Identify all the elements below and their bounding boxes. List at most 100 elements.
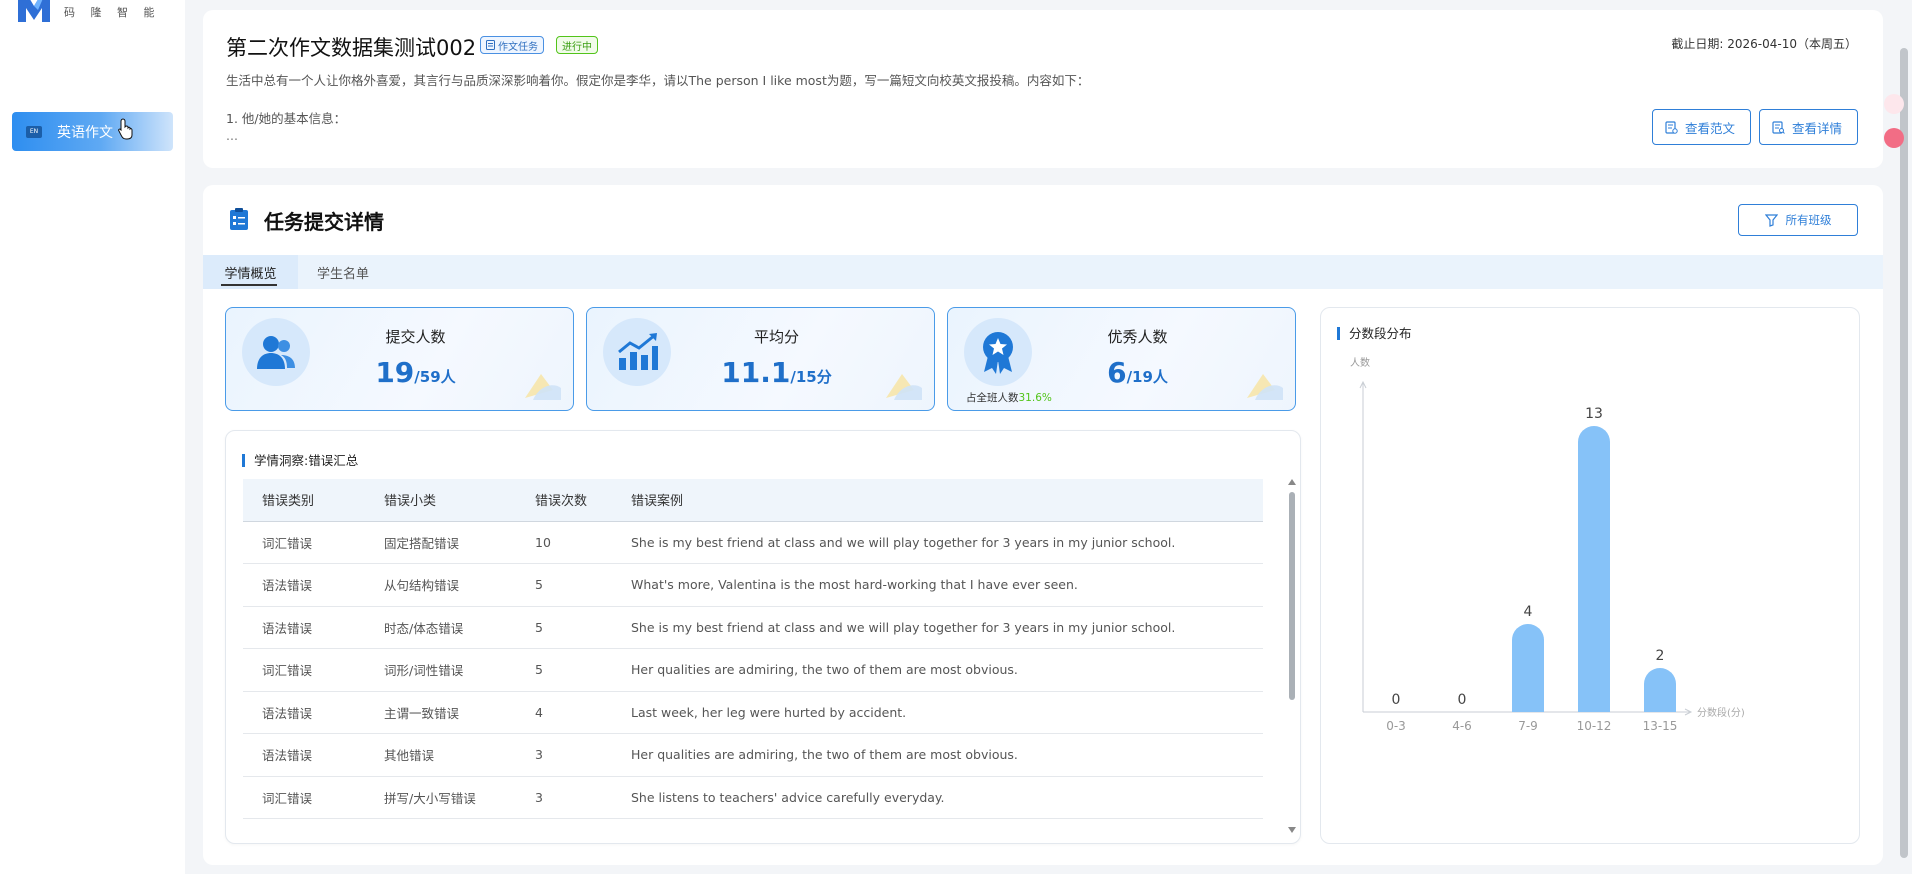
sidebar-item-english-essay[interactable]: EN 英语作文 (12, 112, 173, 151)
column-header: 错误类别 (243, 479, 384, 522)
decor-shape-icon (886, 374, 922, 400)
ratio-label: 占全班人数 (966, 392, 1019, 404)
filter-icon (1764, 213, 1778, 227)
error-category-cell: 词汇错误 (243, 648, 384, 692)
error-count-cell: 3 (535, 733, 631, 777)
ratio-value: 31.6% (1018, 392, 1052, 404)
error-example-cell: Her qualities are admiring, the two of t… (631, 733, 1263, 777)
error-example-cell: She is my best friend at class and we wi… (631, 606, 1263, 649)
task-title: 第二次作文数据集测试002 (226, 36, 477, 60)
error-example-cell: Her qualities are admiring, the two of t… (631, 648, 1263, 692)
logo-text: 码 隆 智 能 (64, 6, 161, 19)
en-badge-icon: EN (26, 125, 42, 138)
logo-icon (18, 0, 50, 22)
scroll-up-arrow-icon[interactable] (1288, 479, 1296, 485)
decor-shape-icon (525, 374, 561, 400)
stat-label: 提交人数 (385, 328, 446, 346)
tab-active-indicator (221, 284, 277, 286)
sidebar-item-label: 英语作文 (57, 124, 113, 141)
error-count-cell: 5 (535, 648, 631, 692)
excellent-ratio: 占全班人数31.6% (966, 390, 1052, 405)
error-category-cell: 语法错误 (243, 733, 384, 777)
x-tick-label: 7-9 (1518, 719, 1538, 733)
error-summary-title: 学情洞察:错误汇总 (242, 454, 358, 467)
column-header: 错误小类 (384, 479, 535, 522)
class-filter-label: 所有班级 (1785, 213, 1832, 227)
decor-shape-icon (1247, 374, 1283, 400)
error-subcategory-cell: 主谓一致错误 (384, 691, 535, 734)
view-detail-button[interactable]: 查看详情 (1759, 109, 1858, 145)
stat-label: 平均分 (753, 328, 799, 346)
stat-card-excellent: 优秀人数 6/19人 占全班人数31.6% (947, 307, 1296, 411)
x-tick-label: 13-15 (1643, 719, 1678, 733)
task-deadline: 截止日期: 2026-04-10（本周五） (1671, 37, 1857, 51)
error-category-cell: 语法错误 (243, 691, 384, 734)
bar-value-label: 0 (1458, 692, 1467, 708)
error-category-cell: 语法错误 (243, 563, 384, 607)
stat-number: 19 (375, 356, 415, 389)
floating-helper-icon[interactable] (1884, 94, 1904, 114)
error-example-cell: She listens to teachers' advice carefull… (631, 776, 1263, 819)
table-row: 语法错误 从句结构错误 5 What's more, Valentina is the… (243, 563, 1263, 607)
app-logo: 码 隆 智 能 (14, 0, 161, 24)
stat-total: /59人 (414, 368, 456, 386)
task-status-tag: 进行中 (556, 36, 598, 54)
table-scrollbar[interactable] (1289, 492, 1295, 700)
error-count-cell: 5 (535, 563, 631, 607)
error-example-cell: Last week, her leg were hurted by accide… (631, 691, 1263, 734)
task-description-ellipsis: ... (226, 128, 238, 143)
hand-cursor-icon (118, 118, 133, 140)
bar-value-label: 4 (1524, 604, 1533, 620)
x-tick-label: 0-3 (1386, 719, 1406, 733)
error-count-cell: 4 (535, 691, 631, 734)
table-row: 语法错误 主谓一致错误 4 Last week, her leg were hurte… (243, 691, 1263, 734)
x-axis-label: 分数段(分) (1697, 706, 1745, 719)
score-distribution-card: 分数段分布 人数 分数段(分) 0 0-3 0 4-6 4 7-9 13 10-12 2 13-15 (1320, 307, 1860, 844)
column-header: 错误案例 (631, 479, 1263, 522)
chart-bar[interactable] (1578, 426, 1610, 712)
table-header-row: 错误类别 错误小类 错误次数 错误案例 (243, 479, 1263, 522)
table-row: 词汇错误 拼写/大小写错误 3 She listens to teachers' ad… (243, 776, 1263, 819)
y-axis-label: 人数 (1350, 356, 1370, 369)
bar-value-label: 0 (1392, 692, 1401, 708)
error-example-cell: What's more, Valentina is the most hard-… (631, 563, 1263, 607)
page-scrollbar[interactable] (1900, 48, 1908, 858)
translate-helper-icon[interactable] (1884, 128, 1904, 148)
section-title: 任务提交详情 (264, 210, 384, 234)
task-description: 生活中总有一个人让你格外喜爱，其言行与品质深深影响着你。假定你是李华，请以The… (226, 73, 1090, 88)
tab-overview[interactable]: 学情概览 (203, 255, 298, 289)
task-description-item: 1. 他/她的基本信息： (226, 111, 347, 126)
class-filter-button[interactable]: 所有班级 (1738, 204, 1858, 236)
chart-bar[interactable] (1512, 624, 1544, 712)
error-example-cell: She is my best friend at class and we wi… (631, 521, 1263, 564)
task-type-label: 作文任务 (498, 41, 538, 53)
error-category-cell: 语法错误 (243, 606, 384, 649)
bar-value-label: 13 (1585, 406, 1603, 422)
task-type-tag: 作文任务 (480, 36, 544, 54)
error-count-cell: 3 (535, 776, 631, 819)
stat-card-submissions: 提交人数 19/59人 (225, 307, 574, 411)
stat-total: /15分 (790, 368, 832, 386)
tabs-bar: 学情概览 学生名单 (203, 255, 1883, 289)
scroll-down-arrow-icon[interactable] (1288, 827, 1296, 833)
task-header-card: 第二次作文数据集测试002 作文任务 进行中 截止日期: 2026-04-10（… (203, 10, 1883, 168)
error-subcategory-cell: 拼写/大小写错误 (384, 776, 535, 819)
detail-doc-icon (1772, 120, 1785, 134)
error-count-cell: 10 (535, 521, 631, 564)
chart-bar[interactable] (1644, 668, 1676, 712)
error-subcategory-cell: 其他错误 (384, 733, 535, 777)
submission-details-card: 任务提交详情 所有班级 学情概览 学生名单 提交人数 19/59人 平均分 11… (203, 185, 1883, 865)
error-category-cell: 词汇错误 (243, 776, 384, 819)
document-icon (486, 40, 495, 50)
stat-label: 优秀人数 (1107, 328, 1168, 346)
error-subcategory-cell: 词形/词性错误 (384, 648, 535, 692)
error-summary-card: 学情洞察:错误汇总 错误类别 错误小类 错误次数 错误案例 词汇错误 固定搭配错误… (225, 430, 1301, 844)
x-tick-label: 10-12 (1577, 719, 1612, 733)
stat-card-average: 平均分 11.1/15分 (586, 307, 935, 411)
tab-student-list[interactable]: 学生名单 (317, 255, 369, 289)
error-count-cell: 5 (535, 606, 631, 649)
stat-total: /19人 (1126, 368, 1168, 386)
view-sample-button[interactable]: 查看范文 (1652, 109, 1751, 145)
error-table: 错误类别 错误小类 错误次数 错误案例 词汇错误 固定搭配错误 10 She is m… (243, 479, 1263, 819)
table-row: 语法错误 其他错误 3 Her qualities are admiring, the… (243, 733, 1263, 777)
